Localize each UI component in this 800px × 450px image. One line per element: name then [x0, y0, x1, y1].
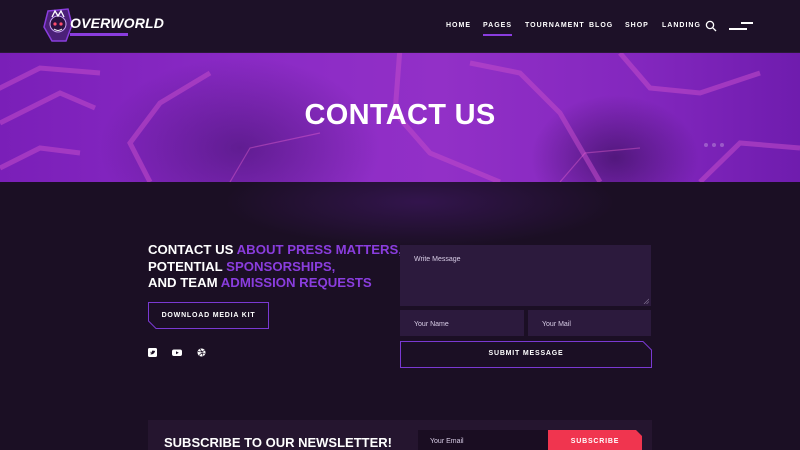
- submit-message-button[interactable]: SUBMIT MESSAGE: [400, 341, 652, 368]
- nav-pages[interactable]: PAGES: [483, 22, 512, 36]
- headline-line1-accent: ABOUT PRESS MATTERS,: [236, 242, 402, 257]
- search-icon[interactable]: [705, 20, 717, 32]
- headline-line3-accent: ADMISSION REQUESTS: [220, 275, 372, 290]
- site-header: OVERWORLD HOME PAGES TOURNAMENT BLOG SHO…: [0, 0, 800, 53]
- headline-line2-white: POTENTIAL: [148, 258, 227, 274]
- hamburger-menu-icon[interactable]: [729, 20, 753, 32]
- mail-input[interactable]: Your Mail: [528, 310, 651, 336]
- headline-line1-white: CONTACT US: [148, 242, 237, 257]
- youtube-icon[interactable]: [172, 348, 182, 357]
- subscribe-button[interactable]: SUBSCRIBE: [548, 430, 642, 450]
- message-placeholder: Write Message: [414, 256, 461, 263]
- hero-banner: CONTACT US: [0, 53, 800, 182]
- mail-placeholder: Your Mail: [542, 321, 571, 328]
- twitter-icon[interactable]: [148, 348, 157, 357]
- newsletter-title: SUBSCRIBE TO OUR NEWSLETTER!: [164, 435, 392, 450]
- name-input[interactable]: Your Name: [400, 310, 524, 336]
- contact-headline: CONTACT US ABOUT PRESS MATTERS, POTENTIA…: [148, 242, 402, 292]
- nav-tournament[interactable]: TOURNAMENT: [525, 22, 585, 29]
- page-title: CONTACT US: [304, 99, 496, 131]
- newsletter-email-input[interactable]: Your Email: [418, 430, 548, 450]
- brand-underline: [70, 33, 128, 36]
- brand-name[interactable]: OVERWORLD: [70, 15, 164, 31]
- resize-handle-icon[interactable]: [643, 298, 649, 304]
- nav-shop[interactable]: SHOP: [625, 22, 649, 29]
- newsletter-bar: SUBSCRIBE TO OUR NEWSLETTER! Your Email …: [148, 420, 652, 450]
- newsletter-email-placeholder: Your Email: [430, 438, 464, 445]
- message-textarea[interactable]: Write Message: [400, 245, 651, 306]
- nav-blog[interactable]: BLOG: [589, 22, 613, 29]
- nav-home[interactable]: HOME: [446, 22, 471, 29]
- submit-button-label: SUBMIT MESSAGE: [488, 350, 564, 357]
- headline-line2-accent: SPONSORSHIPS,: [226, 258, 336, 274]
- name-placeholder: Your Name: [414, 321, 449, 328]
- download-media-kit-button[interactable]: DOWNLOAD MEDIA KIT: [148, 302, 269, 329]
- headline-line3-white: AND TEAM: [148, 275, 221, 290]
- dribbble-icon[interactable]: [197, 348, 206, 357]
- nav-landing[interactable]: LANDING: [662, 22, 701, 29]
